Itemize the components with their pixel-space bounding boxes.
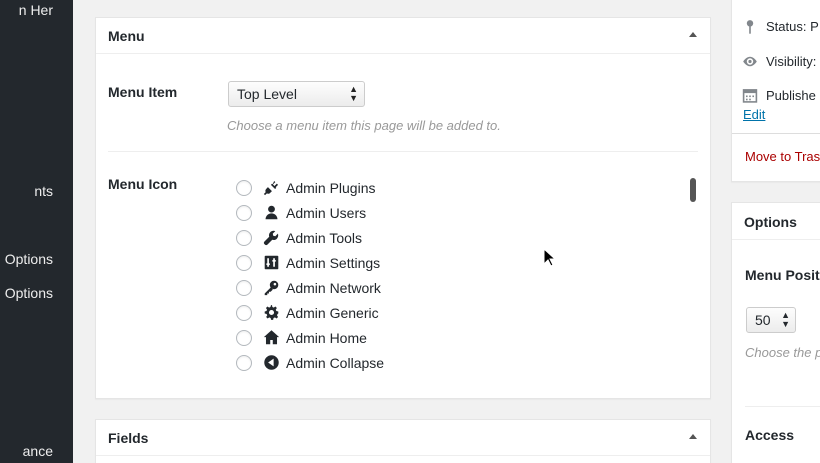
- options-postbox-title: Options: [744, 214, 797, 230]
- divider: [108, 151, 698, 152]
- home-icon: [262, 329, 280, 347]
- menu-postbox: Menu Menu Item Top Level ▲ ▼ Choose a men…: [95, 17, 711, 399]
- icon-option-label: Admin Home: [286, 329, 367, 346]
- mouse-cursor-icon: [543, 248, 557, 267]
- collapse-icon: [262, 354, 280, 372]
- calendar-icon: [742, 86, 758, 104]
- menu-item-select-value: Top Level: [237, 86, 297, 102]
- sidebar-item[interactable]: nts: [34, 183, 53, 199]
- menu-position-value: 50: [755, 312, 771, 328]
- visibility-row: Visibility:: [742, 52, 816, 70]
- select-arrows-icon: ▲ ▼: [781, 310, 790, 329]
- icon-option-admin-tools[interactable]: Admin Tools: [236, 225, 686, 250]
- radio-button[interactable]: [236, 179, 252, 196]
- status-row: Status: P: [742, 17, 819, 35]
- icon-option-label: Admin Plugins: [286, 179, 376, 196]
- menu-position-hint: Choose the p: [745, 345, 820, 360]
- options-postbox: Options Menu Posit 50 ▲ ▼ Choose the p Ac…: [731, 202, 820, 463]
- users-icon: [262, 204, 280, 222]
- fields-postbox: Fields: [95, 419, 711, 463]
- radio-button[interactable]: [236, 304, 252, 321]
- status-text: Status: P: [766, 18, 819, 34]
- select-arrows-icon: ▲ ▼: [349, 84, 358, 103]
- collapse-arrow-icon[interactable]: [689, 434, 697, 439]
- move-to-trash-link[interactable]: Move to Tras: [745, 149, 820, 164]
- divider: [732, 133, 820, 134]
- edit-published-link[interactable]: Edit: [743, 107, 765, 122]
- icon-option-label: Admin Collapse: [286, 354, 385, 371]
- icon-list-scrollbar[interactable]: [690, 178, 696, 202]
- icon-option-label: Admin Network: [286, 279, 381, 296]
- radio-button[interactable]: [236, 229, 252, 246]
- icon-option-admin-users[interactable]: Admin Users: [236, 200, 686, 225]
- fields-postbox-title: Fields: [108, 430, 149, 446]
- visibility-text: Visibility:: [766, 53, 817, 69]
- menu-item-hint: Choose a menu item this page will be add…: [227, 118, 501, 133]
- menu-item-select[interactable]: Top Level ▲ ▼: [228, 81, 365, 107]
- menu-icon-label: Menu Icon: [108, 176, 178, 192]
- sidebar-item-appearance[interactable]: ance: [23, 443, 53, 459]
- menu-position-select[interactable]: 50 ▲ ▼: [746, 307, 796, 333]
- menu-icon-list: Admin Plugins Admin Users Admin Tools Ad…: [236, 175, 686, 375]
- collapse-arrow-icon[interactable]: [689, 32, 697, 37]
- icon-option-label: Admin Generic: [286, 304, 379, 321]
- divider: [745, 406, 820, 407]
- divider: [732, 239, 820, 240]
- wrench-icon: [262, 229, 280, 247]
- menu-postbox-title: Menu: [108, 28, 145, 44]
- pin-icon: [742, 17, 758, 35]
- access-label: Access: [745, 427, 795, 443]
- published-text: Publishe: [766, 87, 816, 103]
- menu-item-label: Menu Item: [108, 84, 178, 100]
- radio-button[interactable]: [236, 279, 252, 296]
- icon-option-admin-network[interactable]: Admin Network: [236, 275, 686, 300]
- eye-icon: [742, 52, 758, 70]
- menu-position-label: Menu Posit: [745, 267, 820, 283]
- icon-option-label: Admin Tools: [286, 229, 363, 246]
- icon-option-admin-collapse[interactable]: Admin Collapse: [236, 350, 686, 375]
- fields-postbox-header[interactable]: Fields: [96, 420, 710, 456]
- admin-sidebar: n Her nts Options Options ance: [0, 0, 73, 463]
- icon-option-admin-generic[interactable]: Admin Generic: [236, 300, 686, 325]
- menu-postbox-header[interactable]: Menu: [96, 18, 710, 54]
- sidebar-item-options[interactable]: Options: [5, 285, 53, 301]
- radio-button[interactable]: [236, 204, 252, 221]
- sidebar-item-options[interactable]: Options: [5, 251, 53, 267]
- icon-option-admin-settings[interactable]: Admin Settings: [236, 250, 686, 275]
- icon-option-label: Admin Users: [286, 204, 367, 221]
- plugins-icon: [262, 179, 280, 197]
- icon-option-admin-home[interactable]: Admin Home: [236, 325, 686, 350]
- published-row: Publishe: [742, 86, 816, 104]
- radio-button[interactable]: [236, 254, 252, 271]
- publish-postbox: Status: P Visibility: Publishe Edit Move…: [731, 0, 820, 182]
- radio-button[interactable]: [236, 354, 252, 371]
- settings-icon: [262, 254, 280, 272]
- key-icon: [262, 279, 280, 297]
- sidebar-item[interactable]: n Her: [19, 2, 53, 18]
- gear-icon: [262, 304, 280, 322]
- icon-option-label: Admin Settings: [286, 254, 381, 271]
- icon-option-admin-plugins[interactable]: Admin Plugins: [236, 175, 686, 200]
- radio-button[interactable]: [236, 329, 252, 346]
